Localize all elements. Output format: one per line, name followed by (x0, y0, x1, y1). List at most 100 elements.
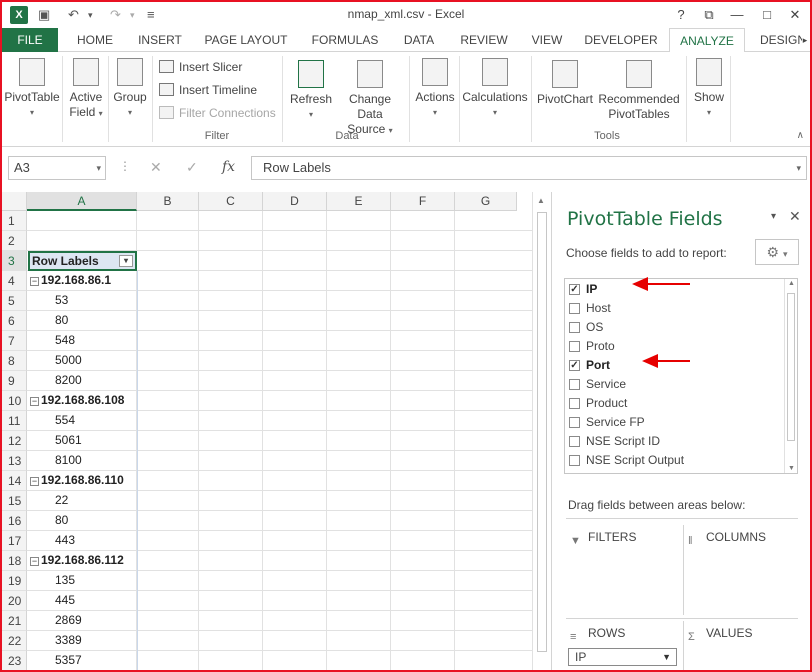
column-header-g[interactable]: G (455, 192, 517, 211)
collapse-minus-icon[interactable]: − (30, 397, 39, 406)
pivot-port-row[interactable]: 22 (28, 491, 137, 510)
pivot-port-row[interactable]: 8200 (28, 371, 137, 390)
filter-connections-button[interactable]: Filter Connections (159, 103, 276, 123)
checkbox-icon[interactable] (569, 379, 580, 390)
select-all-corner[interactable] (2, 192, 27, 211)
checkbox-checked-icon[interactable]: ✓ (569, 284, 580, 295)
change-data-source-button[interactable]: Change Data Source ▾ (335, 60, 405, 138)
checkbox-checked-icon[interactable]: ✓ (569, 360, 580, 371)
pivot-port-row[interactable]: 80 (28, 311, 137, 330)
checkbox-icon[interactable] (569, 436, 580, 447)
row-header-19[interactable]: 19 (2, 571, 27, 591)
column-header-b[interactable]: B (137, 192, 199, 211)
row-header-10[interactable]: 10 (2, 391, 27, 411)
show-button[interactable]: Show ▾ (690, 58, 728, 120)
cancel-icon[interactable]: ✕ (150, 159, 162, 176)
tab-design[interactable]: DESIGN (752, 28, 802, 52)
field-service[interactable]: Service (569, 375, 626, 394)
column-header-a[interactable]: A (27, 192, 137, 211)
row-header-8[interactable]: 8 (2, 351, 27, 371)
actions-button[interactable]: Actions ▾ (412, 58, 458, 120)
refresh-button[interactable]: Refresh ▾ (288, 60, 334, 122)
row-header-13[interactable]: 13 (2, 451, 27, 471)
checkbox-icon[interactable] (569, 417, 580, 428)
field-os[interactable]: OS (569, 318, 603, 337)
checkbox-icon[interactable] (569, 455, 580, 466)
collapse-minus-icon[interactable]: − (30, 557, 39, 566)
group-button[interactable]: Group ▾ (111, 58, 149, 120)
pivot-port-row[interactable]: 135 (28, 571, 137, 590)
scroll-up-icon[interactable]: ▲ (537, 196, 545, 205)
row-header-16[interactable]: 16 (2, 511, 27, 531)
tab-insert[interactable]: INSERT (130, 28, 190, 52)
tab-home[interactable]: HOME (64, 28, 126, 52)
collapse-minus-icon[interactable]: − (30, 277, 39, 286)
pivot-port-row[interactable]: 53 (28, 291, 137, 310)
row-header-9[interactable]: 9 (2, 371, 27, 391)
filter-dropdown-icon[interactable]: ▾ (119, 255, 133, 267)
tab-review[interactable]: REVIEW (454, 28, 514, 52)
field-nse-script-output[interactable]: NSE Script Output (569, 451, 684, 470)
collapse-minus-icon[interactable]: − (30, 477, 39, 486)
pivotchart-button[interactable]: PivotChart (535, 60, 595, 107)
ribbon-display-options-icon[interactable]: ⧉ (698, 5, 720, 25)
row-header-17[interactable]: 17 (2, 531, 27, 551)
pivot-ip-row[interactable]: −192.168.86.1 (28, 271, 137, 290)
row-header-12[interactable]: 12 (2, 431, 27, 451)
tools-gear-button[interactable]: ⚙ ▾ (755, 239, 799, 265)
row-header-21[interactable]: 21 (2, 611, 27, 631)
field-host[interactable]: Host (569, 299, 611, 318)
pivot-port-row[interactable]: 445 (28, 591, 137, 610)
collapse-ribbon-icon[interactable]: ∧ (797, 130, 804, 141)
row-header-1[interactable]: 1 (2, 211, 27, 231)
worksheet-grid[interactable]: A B C D E F G 1 2 3 4 5 6 7 8 9 10 11 12 13 14 15 16 17 18 19 20 21… (2, 192, 532, 670)
pivot-port-row[interactable]: 5357 (28, 651, 137, 670)
scroll-up-icon[interactable]: ▲ (788, 280, 795, 287)
row-header-14[interactable]: 14 (2, 471, 27, 491)
pivottable-button[interactable]: PivotTable ▾ (4, 58, 60, 120)
row-header-11[interactable]: 11 (2, 411, 27, 431)
field-service-fp[interactable]: Service FP (569, 413, 645, 432)
formula-bar-splitter-icon[interactable]: ⋮ (119, 159, 131, 173)
insert-slicer-button[interactable]: Insert Slicer (159, 57, 242, 77)
pivot-ip-row[interactable]: −192.168.86.112 (28, 551, 137, 570)
tab-view[interactable]: VIEW (524, 28, 570, 52)
column-header-e[interactable]: E (327, 192, 391, 211)
column-header-c[interactable]: C (199, 192, 263, 211)
column-header-f[interactable]: F (391, 192, 455, 211)
row-header-7[interactable]: 7 (2, 331, 27, 351)
rows-field-ip[interactable]: IP ▼ (568, 648, 677, 666)
pivot-port-row[interactable]: 8100 (28, 451, 137, 470)
enter-icon[interactable]: ✓ (186, 159, 198, 176)
field-proto[interactable]: Proto (569, 337, 615, 356)
active-field-button[interactable]: Active Field ▾ (66, 58, 106, 121)
pivot-port-row[interactable]: 554 (28, 411, 137, 430)
field-nse-script-id[interactable]: NSE Script ID (569, 432, 660, 451)
pivot-ip-row[interactable]: −192.168.86.110 (28, 471, 137, 490)
tab-page-layout[interactable]: PAGE LAYOUT (198, 28, 294, 52)
pivot-port-row[interactable]: 80 (28, 511, 137, 530)
help-icon[interactable]: ? (670, 5, 692, 25)
tab-analyze[interactable]: ANALYZE (669, 28, 745, 53)
field-notes[interactable]: Notes (569, 470, 617, 473)
calculations-button[interactable]: Calculations ▾ (461, 58, 529, 120)
recommended-pivottables-button[interactable]: Recommended PivotTables (596, 60, 682, 122)
row-header-3[interactable]: 3 (2, 251, 27, 271)
row-header-20[interactable]: 20 (2, 591, 27, 611)
pivot-port-row[interactable]: 443 (28, 531, 137, 550)
pivot-port-row[interactable]: 2869 (28, 611, 137, 630)
pivot-ip-row[interactable]: −192.168.86.108 (28, 391, 137, 410)
row-header-23[interactable]: 23 (2, 651, 27, 670)
row-header-22[interactable]: 22 (2, 631, 27, 651)
field-product[interactable]: Product (569, 394, 627, 413)
tab-formulas[interactable]: FORMULAS (304, 28, 386, 52)
insert-function-icon[interactable]: fx (222, 159, 235, 175)
scrollbar-thumb[interactable] (787, 293, 795, 441)
pivot-port-row[interactable]: 548 (28, 331, 137, 350)
field-port[interactable]: ✓ Port (569, 356, 610, 375)
maximize-icon[interactable]: □ (756, 5, 778, 25)
scrollbar-thumb[interactable] (537, 212, 547, 652)
checkbox-icon[interactable] (569, 341, 580, 352)
row-header-2[interactable]: 2 (2, 231, 27, 251)
scroll-down-icon[interactable]: ▼ (788, 465, 795, 472)
